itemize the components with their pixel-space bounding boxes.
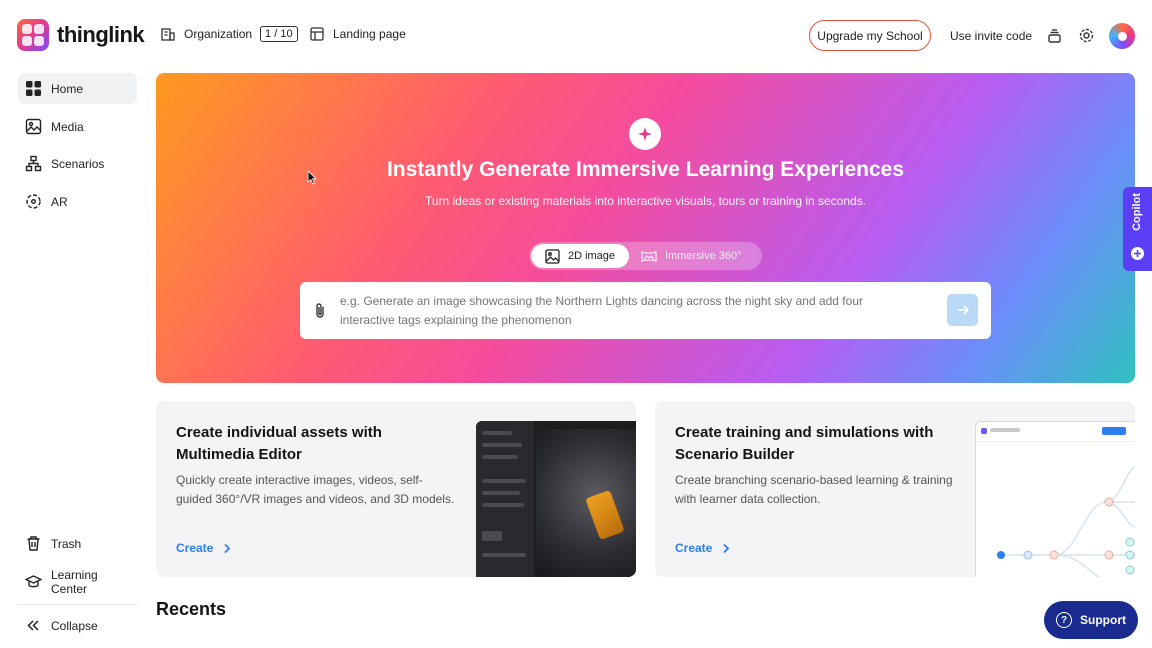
layout-icon [310,27,324,41]
paperclip-icon[interactable] [314,302,326,324]
home-grid-icon [26,81,41,96]
collapse-icon [27,620,39,631]
thinglink-logo-icon [17,19,49,51]
card-title: Create training and simulations with Sce… [675,424,934,463]
prompt-send-button[interactable] [947,294,978,326]
copilot-tab[interactable]: Copilot [1123,187,1152,271]
scenario-tree-graphic [997,466,1135,577]
ar-icon [26,194,41,209]
sidebar-item-label: Collapse [51,618,98,633]
prompt-input[interactable] [340,292,920,330]
sidebar-item-label: Home [51,81,84,96]
multimedia-editor-card: Create individual assets with Multimedia… [156,401,636,577]
sparkle-icon [629,118,661,150]
image-icon [545,248,560,264]
sidebar-item-trash[interactable]: Trash [18,528,137,559]
card-title: Create individual assets with Multimedia… [176,424,382,463]
sidebar-item-label: Trash [51,536,82,551]
trash-icon [27,536,40,551]
sidebar-item-ar[interactable]: AR [18,186,137,217]
ai-generate-hero: Instantly Generate Immersive Learning Ex… [156,73,1135,383]
invite-code-link[interactable]: Use invite code [950,29,1032,43]
scenarios-icon [25,155,42,172]
create-link-label: Create [675,541,713,555]
arrow-right-icon [957,305,969,315]
user-avatar[interactable] [1109,23,1135,49]
brand-name: thinglink [57,22,145,47]
upgrade-school-button[interactable]: Upgrade my School [809,20,931,51]
mode-immersive-360-tab[interactable]: Immersive 360° [641,244,742,268]
question-icon: ? [1056,612,1072,628]
top-bar: thinglink Organization 1 / 10 Landing pa… [0,0,1152,70]
create-scenario-link[interactable]: Create [675,541,730,555]
create-link-label: Create [176,541,214,555]
mode-2d-image-tab[interactable]: 2D image [531,244,629,268]
prompt-box [300,282,991,339]
sidebar-item-label: Scenarios [51,156,105,171]
sidebar-item-home[interactable]: Home [18,73,137,104]
sidebar-item-learning-center[interactable]: Learning Center [18,566,137,597]
brand-logo[interactable]: thinglink [17,19,145,51]
card-description: Quickly create interactive images, video… [176,473,455,506]
graduation-cap-icon [25,575,42,588]
chevron-right-icon [723,543,730,553]
sidebar-collapse-button[interactable]: Collapse [18,610,137,641]
sidebar-item-label: AR [51,194,68,209]
hero-subtitle: Turn ideas or existing materials into in… [424,194,867,208]
landing-page-link[interactable]: Landing page [309,26,406,42]
editor-preview-panel [476,421,534,577]
sidebar-divider [18,604,137,605]
support-button[interactable]: ? Support [1044,601,1138,639]
recents-heading: Recents [156,599,227,619]
building-icon [161,28,175,41]
sidebar-item-scenarios[interactable]: Scenarios [18,148,137,179]
gear-icon[interactable] [1077,26,1095,44]
media-icon [25,118,42,135]
sidebar-item-label: Learning Center [50,567,98,596]
mode-toggle: 2D image Immersive 360° [529,242,762,270]
panorama-icon [641,250,657,262]
sidebar-item-label: Media [51,119,84,134]
mode-360-label: Immersive 360° [665,250,742,262]
hero-title: Instantly Generate Immersive Learning Ex… [386,158,905,181]
mode-2d-label: 2D image [567,250,616,262]
mouse-cursor-icon [307,170,317,185]
card-description: Create branching scenario-based learning… [675,473,953,506]
organization-count-badge: 1 / 10 [260,26,298,42]
editor-preview-image [476,421,636,577]
sidebar-item-media[interactable]: Media [18,111,137,142]
create-multimedia-link[interactable]: Create [176,541,231,555]
organization-label: Organization [184,27,253,41]
scenario-preview-image [975,421,1135,577]
chevron-right-icon [224,543,231,553]
organization-switcher[interactable]: Organization 1 / 10 [160,26,298,42]
sidebar: Home Media Scenarios AR Trash Learning C… [0,70,146,648]
copilot-label: Copilot [1131,193,1143,231]
landing-page-label: Landing page [333,27,406,41]
copilot-plus-icon [1131,247,1144,260]
stack-icon[interactable] [1045,26,1063,44]
scenario-builder-card: Create training and simulations with Sce… [655,401,1135,577]
support-label: Support [1080,613,1126,627]
